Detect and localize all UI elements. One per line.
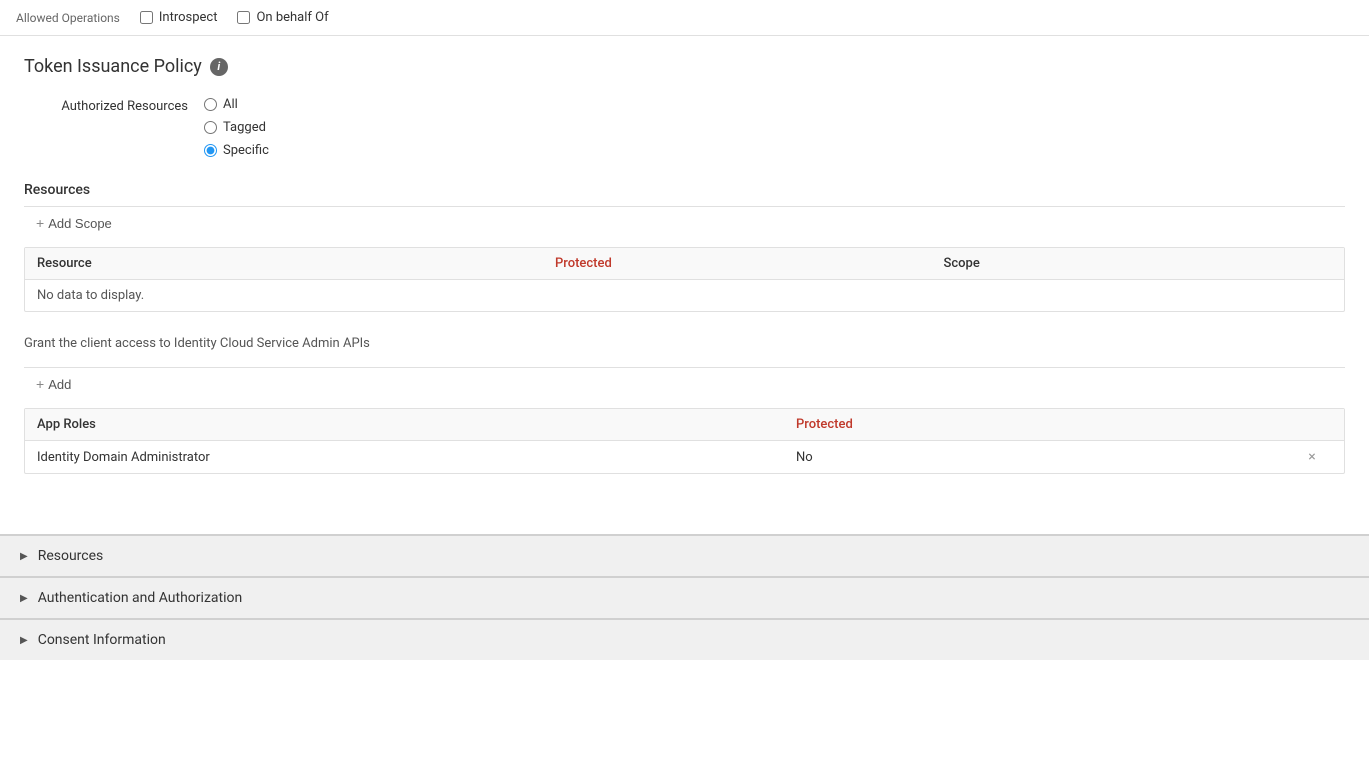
main-content: Token Issuance Policy i Authorized Resou… <box>0 36 1369 514</box>
auth-authz-collapsible[interactable]: ▶ Authentication and Authorization <box>0 577 1369 619</box>
resources-table: Resource Protected Scope No data to disp… <box>24 247 1345 312</box>
resources-collapsible-label: Resources <box>38 548 104 564</box>
grant-section: Grant the client access to Identity Clou… <box>24 336 1345 474</box>
radio-all: All <box>204 97 269 112</box>
grant-title: Grant the client access to Identity Clou… <box>24 336 1345 359</box>
scope-col-header: Scope <box>944 256 1333 271</box>
radio-tagged: Tagged <box>204 120 269 135</box>
resources-collapsible[interactable]: ▶ Resources <box>0 535 1369 577</box>
radio-specific: Specific <box>204 143 269 158</box>
protected-cell: No <box>796 450 1302 465</box>
grant-table: App Roles Protected Identity Domain Admi… <box>24 408 1345 474</box>
resources-subsection: Resources + Add Scope Resource Protected… <box>24 182 1345 312</box>
app-roles-col-header: App Roles <box>37 417 796 432</box>
on-behalf-of-label: On behalf Of <box>256 10 328 25</box>
authorized-resources-radio-group: All Tagged Specific <box>204 97 269 158</box>
introspect-label: Introspect <box>159 10 218 25</box>
grant-table-header: App Roles Protected <box>25 409 1344 441</box>
info-icon[interactable]: i <box>210 58 228 76</box>
token-issuance-title: Token Issuance Policy <box>24 56 202 77</box>
add-scope-plus-icon: + <box>36 215 44 231</box>
resources-no-data-row: No data to display. <box>25 280 1344 311</box>
authorized-resources-label: Authorized Resources <box>24 97 204 114</box>
consent-chevron-icon: ▶ <box>20 635 28 646</box>
resources-chevron-icon: ▶ <box>20 551 28 562</box>
resources-table-header: Resource Protected Scope <box>25 248 1344 280</box>
introspect-checkbox[interactable] <box>140 11 153 24</box>
add-label: Add <box>48 377 71 392</box>
radio-all-input[interactable] <box>204 98 217 111</box>
consent-label: Consent Information <box>38 632 166 648</box>
app-role-cell: Identity Domain Administrator <box>37 450 796 465</box>
no-data-text: No data to display. <box>37 288 1332 303</box>
auth-chevron-icon: ▶ <box>20 593 28 604</box>
add-plus-icon: + <box>36 376 44 392</box>
protected2-col-header: Protected <box>796 417 1302 432</box>
remove-row-button[interactable]: × <box>1302 449 1322 465</box>
radio-tagged-input[interactable] <box>204 121 217 134</box>
add-button[interactable]: + Add <box>24 368 83 400</box>
top-bar: Allowed Operations Introspect On behalf … <box>0 0 1369 36</box>
resources-divider <box>24 206 1345 207</box>
consent-collapsible[interactable]: ▶ Consent Information <box>0 619 1369 660</box>
resources-subtitle: Resources <box>24 182 1345 206</box>
on-behalf-of-group: On behalf Of <box>237 10 328 25</box>
radio-specific-input[interactable] <box>204 144 217 157</box>
radio-all-label: All <box>223 97 238 112</box>
grant-divider <box>24 367 1345 368</box>
auth-authz-label: Authentication and Authorization <box>38 590 243 606</box>
protected-col-header: Protected <box>555 256 944 271</box>
add-scope-button[interactable]: + Add Scope <box>24 207 124 239</box>
radio-tagged-label: Tagged <box>223 120 266 135</box>
authorized-resources-row: Authorized Resources All Tagged Specific <box>24 97 1345 158</box>
introspect-group: Introspect <box>140 10 218 25</box>
add-scope-label: Add Scope <box>48 216 112 231</box>
grant-table-row: Identity Domain Administrator No × <box>25 441 1344 473</box>
resource-col-header: Resource <box>37 256 555 271</box>
token-issuance-title-row: Token Issuance Policy i <box>24 56 1345 77</box>
radio-specific-label: Specific <box>223 143 269 158</box>
bottom-sections: ▶ Resources ▶ Authentication and Authori… <box>0 534 1369 660</box>
allowed-operations-label: Allowed Operations <box>16 11 120 25</box>
on-behalf-of-checkbox[interactable] <box>237 11 250 24</box>
